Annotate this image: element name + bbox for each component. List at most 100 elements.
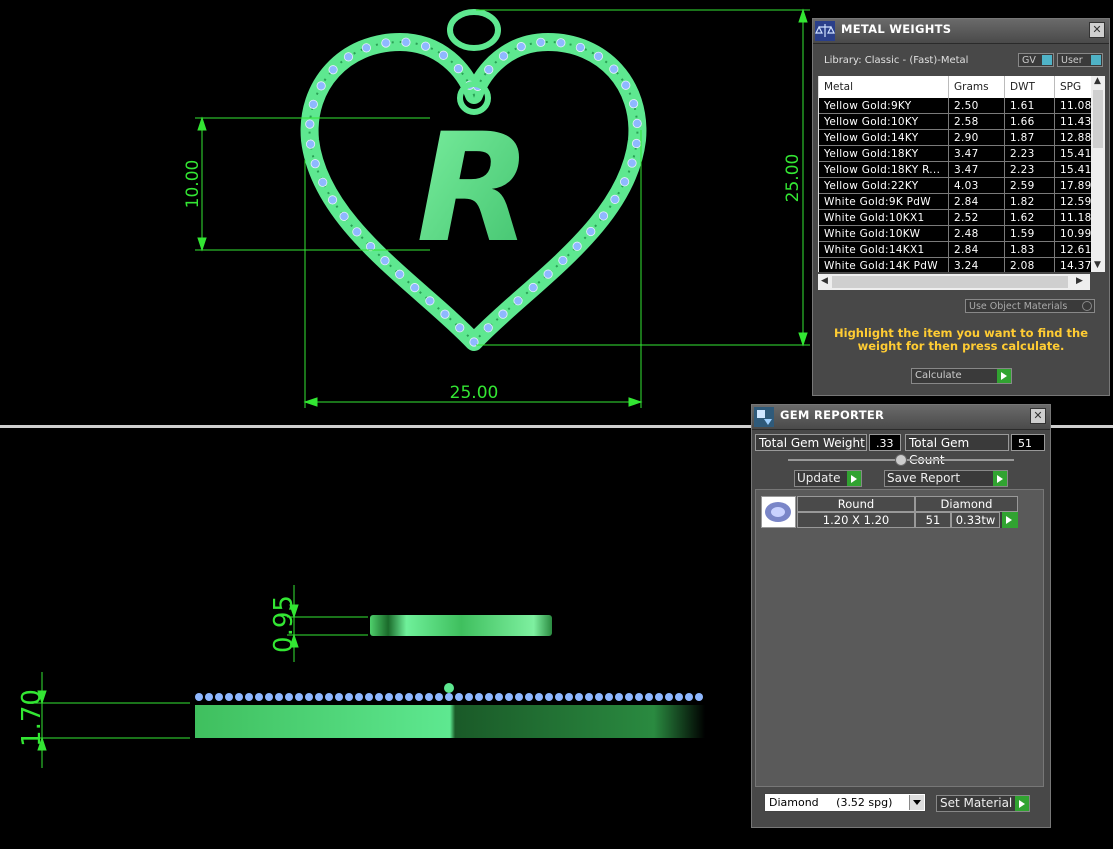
gem-details-button[interactable] xyxy=(1000,512,1018,528)
play-icon xyxy=(1015,796,1029,811)
gem-stone xyxy=(328,65,338,75)
user-toggle-label: User xyxy=(1061,55,1083,66)
gem-shape: Round xyxy=(797,496,915,512)
dim-pendant-thickness: 1.70 xyxy=(17,689,47,747)
cell-metal: Yellow Gold:18KY xyxy=(819,146,949,162)
gem-stone xyxy=(335,693,343,701)
scroll-up-icon[interactable]: ▲ xyxy=(1094,76,1101,86)
chevron-down-icon[interactable] xyxy=(909,795,924,810)
update-label: Update xyxy=(797,471,841,485)
cell-grams: 2.84 xyxy=(949,242,1005,258)
gem-stone xyxy=(625,693,633,701)
table-row[interactable]: Yellow Gold:10KY 2.58 1.66 11.43 xyxy=(819,114,1105,130)
gem-stone xyxy=(484,65,494,75)
user-toggle[interactable]: User xyxy=(1057,53,1103,67)
gem-stone xyxy=(655,693,663,701)
set-material-button[interactable]: Set Material xyxy=(936,795,1030,812)
gem-stone xyxy=(545,693,553,701)
material-select[interactable]: Diamond (3.52 spg) xyxy=(764,793,926,812)
vscroll-thumb[interactable] xyxy=(1093,90,1103,148)
gem-stone xyxy=(495,693,503,701)
close-icon[interactable]: ✕ xyxy=(1089,22,1105,38)
gem-stone xyxy=(556,38,566,48)
splitter-knob-icon[interactable] xyxy=(895,454,907,466)
table-row[interactable]: Yellow Gold:18KY R... 3.47 2.23 15.41 xyxy=(819,162,1105,178)
metal-table-vscroll[interactable]: ▲ ▼ xyxy=(1091,76,1105,272)
table-row[interactable]: Yellow Gold:18KY 3.47 2.23 15.41 xyxy=(819,146,1105,162)
gem-stone xyxy=(605,693,613,701)
gem-stone xyxy=(505,693,513,701)
metal-weights-title: METAL WEIGHTS xyxy=(841,22,952,36)
gem-stone xyxy=(455,323,465,333)
gem-stone xyxy=(635,693,643,701)
total-gem-weight-value: .33 xyxy=(869,434,901,451)
cell-dwt: 2.59 xyxy=(1005,178,1055,194)
table-row[interactable]: White Gold:10KW 2.48 1.59 10.99 xyxy=(819,226,1105,242)
gem-stone xyxy=(343,52,354,62)
gem-stone xyxy=(195,693,203,701)
play-icon xyxy=(997,369,1011,383)
pendant-side-profile xyxy=(195,705,705,738)
play-icon xyxy=(847,471,861,486)
table-row[interactable]: White Gold:14K PdW 3.24 2.08 14.37 xyxy=(819,258,1105,272)
save-report-button[interactable]: Save Report xyxy=(884,470,1008,487)
cell-grams: 2.58 xyxy=(949,114,1005,130)
gem-reporter-titlebar[interactable]: GEM REPORTER ✕ xyxy=(752,405,1050,430)
gem-stone xyxy=(485,693,493,701)
col-dwt[interactable]: DWT xyxy=(1005,76,1055,98)
gem-stone xyxy=(543,269,553,279)
table-row[interactable]: Yellow Gold:22KY 4.03 2.59 17.89 xyxy=(819,178,1105,194)
gem-stone xyxy=(345,693,353,701)
close-icon[interactable]: ✕ xyxy=(1030,408,1046,424)
table-row[interactable]: White Gold:10KX1 2.52 1.62 11.18 xyxy=(819,210,1105,226)
calculate-instructions: Highlight the item you want to find the … xyxy=(834,326,1088,353)
col-grams[interactable]: Grams xyxy=(949,76,1005,98)
table-row[interactable]: Yellow Gold:9KY 2.50 1.61 11.08 xyxy=(819,98,1105,114)
library-label: Library: Classic - (Fast)-Metal xyxy=(824,55,969,66)
gem-stone xyxy=(535,693,543,701)
gem-stone xyxy=(405,693,413,701)
metal-table-hscroll[interactable]: ◀ ▶ xyxy=(818,274,1090,290)
save-report-label: Save Report xyxy=(887,471,961,485)
calculate-button[interactable]: Calculate xyxy=(911,368,1012,384)
play-icon xyxy=(993,471,1007,486)
gem-stone xyxy=(586,226,596,237)
table-row[interactable]: White Gold:9K PdW 2.84 1.82 12.59 xyxy=(819,194,1105,210)
gem-stone xyxy=(385,693,393,701)
gem-stone xyxy=(528,282,538,293)
gem-reporter-title: GEM REPORTER xyxy=(780,408,885,422)
gem-stone xyxy=(365,241,376,252)
gem-stone xyxy=(305,139,316,149)
gem-stone xyxy=(401,37,411,47)
gem-stone xyxy=(498,309,508,319)
cell-dwt: 1.59 xyxy=(1005,226,1055,242)
metal-table[interactable]: Metal Grams DWT SPG Yellow Gold:9KY 2.50 1… xyxy=(818,76,1105,272)
gem-stone xyxy=(445,693,453,701)
metal-weights-titlebar[interactable]: METAL WEIGHTS ✕ xyxy=(813,19,1109,44)
scroll-left-icon[interactable]: ◀ xyxy=(821,276,828,286)
total-gem-count-value: 51 xyxy=(1011,434,1045,451)
scroll-down-icon[interactable]: ▼ xyxy=(1094,260,1101,270)
cell-grams: 2.84 xyxy=(949,194,1005,210)
gem-shape-thumbnail[interactable] xyxy=(761,496,796,528)
gv-toggle[interactable]: GV xyxy=(1018,53,1054,67)
gem-stone xyxy=(380,256,390,266)
cell-metal: White Gold:14K PdW xyxy=(819,258,949,272)
use-object-materials-toggle[interactable]: Use Object Materials xyxy=(965,299,1095,313)
table-row[interactable]: Yellow Gold:14KY 2.90 1.87 12.88 xyxy=(819,130,1105,146)
gem-stone xyxy=(516,42,526,52)
hscroll-thumb[interactable] xyxy=(832,276,1068,288)
col-metal[interactable]: Metal xyxy=(819,76,949,98)
dim-width: 25.00 xyxy=(450,383,499,403)
gem-stone xyxy=(325,693,333,701)
cell-dwt: 2.08 xyxy=(1005,258,1055,272)
gem-stone xyxy=(327,195,338,205)
gem-list-area[interactable] xyxy=(755,489,1044,787)
scroll-right-icon[interactable]: ▶ xyxy=(1076,276,1083,286)
gem-stone xyxy=(593,51,603,61)
gem-stone xyxy=(685,693,693,701)
gem-report-icon xyxy=(754,407,774,427)
table-row[interactable]: White Gold:14KX1 2.84 1.83 12.61 xyxy=(819,242,1105,258)
gem-stone xyxy=(615,693,623,701)
update-button[interactable]: Update xyxy=(794,470,862,487)
